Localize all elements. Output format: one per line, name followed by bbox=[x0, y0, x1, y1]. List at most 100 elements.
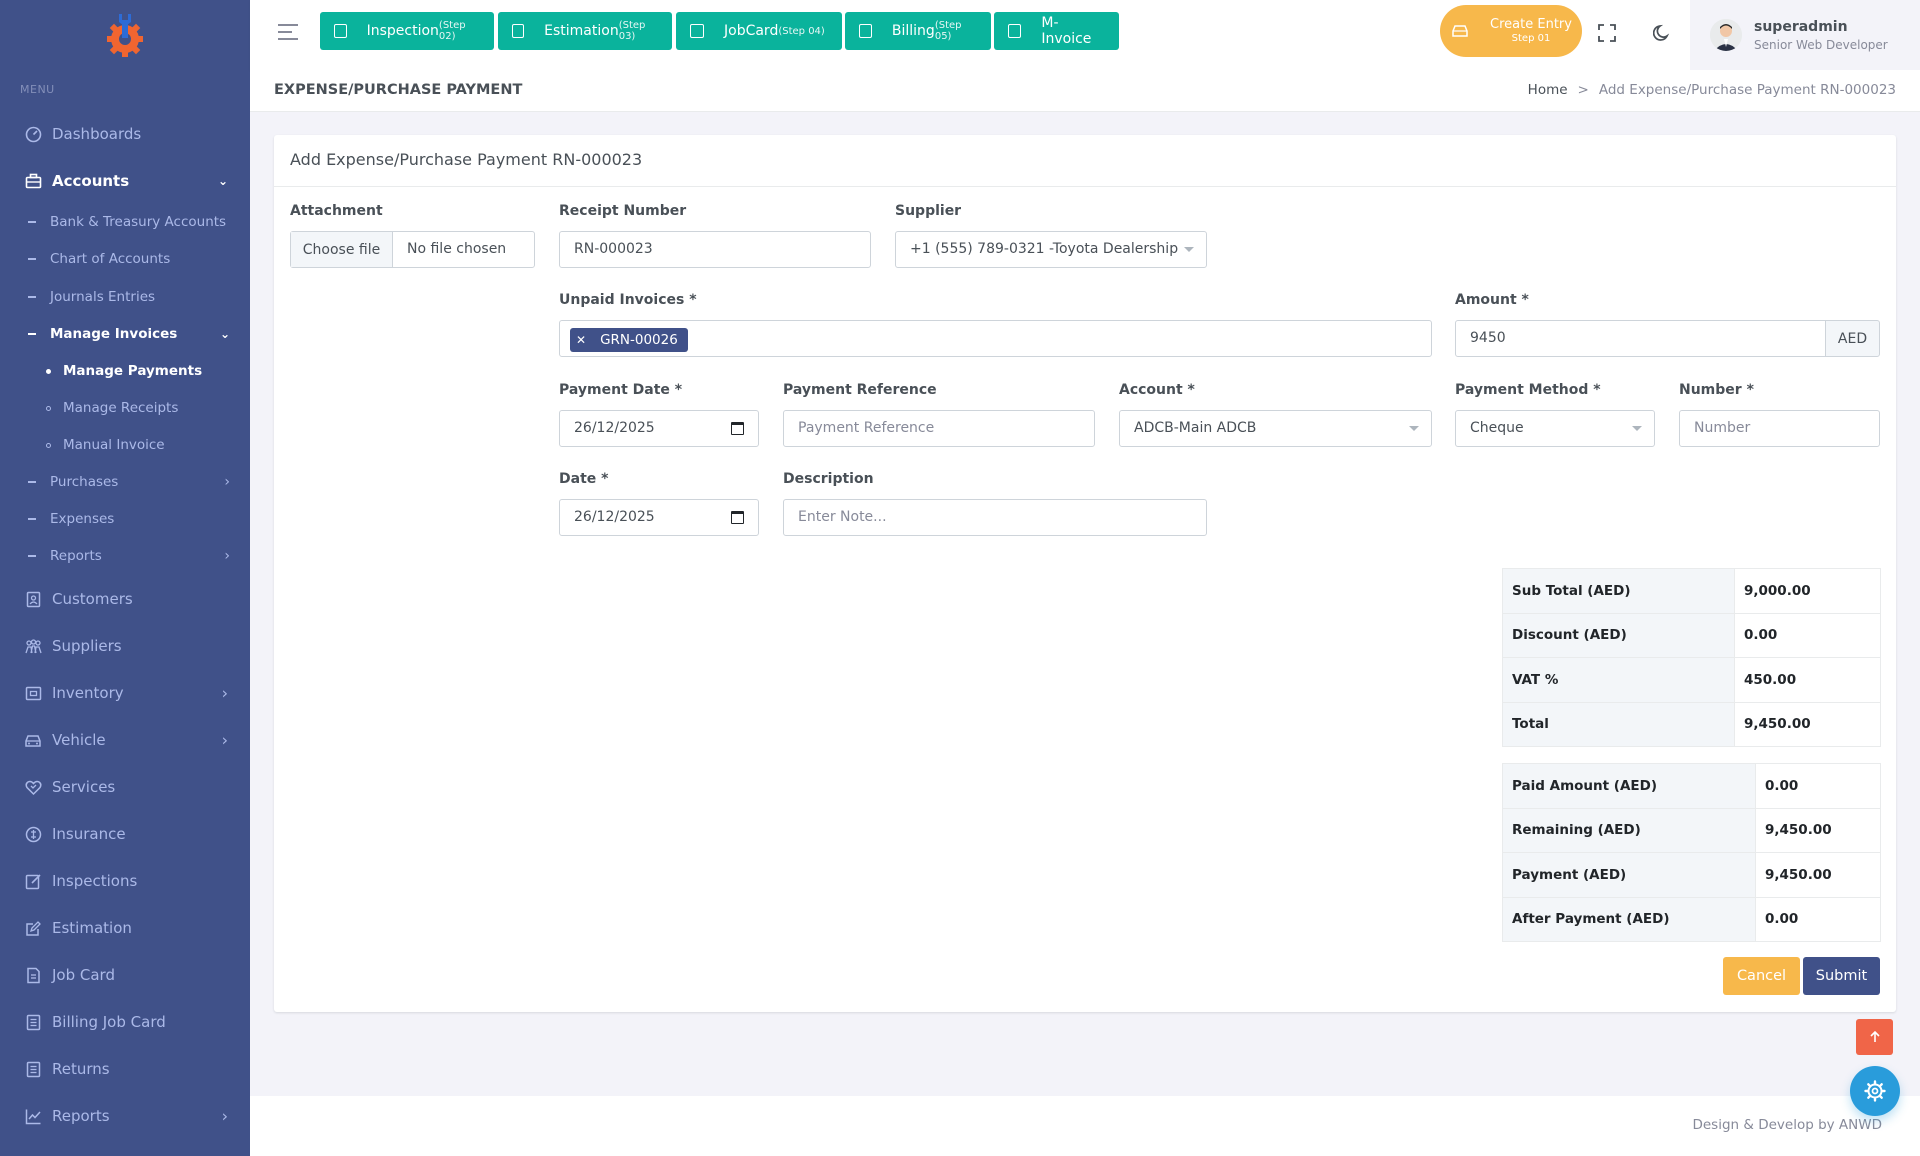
step-inspection-button[interactable]: Inspection (Step 02) bbox=[320, 12, 494, 50]
breadcrumb: Home > Add Expense/Purchase Payment RN-0… bbox=[1528, 82, 1896, 98]
receipt-number-label: Receipt Number bbox=[559, 203, 687, 219]
totals-value: 450.00 bbox=[1734, 657, 1881, 703]
create-entry-label: Create Entry bbox=[1490, 17, 1572, 33]
table-row: Paid Amount (AED) 0.00 bbox=[1502, 763, 1881, 809]
supplier-select[interactable]: +1 (555) 789-0321 -Toyota Dealership bbox=[895, 231, 1207, 268]
chevron-right-icon: › bbox=[224, 548, 230, 564]
invoice-tag-label: GRN-00026 bbox=[600, 332, 678, 348]
sidebar-subitem-chart-of-accounts[interactable]: Chart of Accounts bbox=[28, 249, 170, 269]
hamburger-menu-icon[interactable] bbox=[278, 24, 298, 40]
chevron-down-icon: ⌄ bbox=[219, 327, 230, 341]
sidebar-item-job-card[interactable]: Job Card bbox=[0, 962, 250, 988]
sidebar-subitem-bank-treasury[interactable]: Bank & Treasury Accounts bbox=[28, 212, 226, 232]
invoice-tag: ✕ GRN-00026 bbox=[570, 328, 688, 352]
create-entry-button[interactable]: Create Entry Step 01 bbox=[1440, 5, 1582, 57]
app-logo[interactable] bbox=[0, 0, 250, 70]
chevron-right-icon: › bbox=[221, 730, 228, 750]
calendar-icon[interactable] bbox=[731, 422, 744, 435]
step-number: (Step 02) bbox=[438, 20, 466, 42]
sidebar-item-billing-job-card[interactable]: Billing Job Card bbox=[0, 1009, 250, 1035]
amount-currency-addon: AED bbox=[1825, 320, 1880, 357]
sidebar-item-label: Returns bbox=[52, 1060, 110, 1078]
sidebar-subitem-expenses[interactable]: Expenses bbox=[28, 509, 114, 529]
sidebar-item-reports[interactable]: Reports › bbox=[0, 1103, 250, 1129]
totals-value: 9,000.00 bbox=[1734, 568, 1881, 614]
user-profile-menu[interactable]: superadmin Senior Web Developer bbox=[1690, 0, 1920, 70]
fullscreen-icon[interactable] bbox=[1596, 22, 1618, 44]
description-label: Description bbox=[783, 471, 874, 487]
sidebar-item-insurance[interactable]: Insurance bbox=[0, 821, 250, 847]
amount-input[interactable]: 9450 bbox=[1455, 320, 1826, 357]
sidebar-subitem-manage-invoices[interactable]: Manage Invoices ⌄ bbox=[28, 324, 230, 344]
step-label: Billing bbox=[891, 23, 935, 39]
sidebar-item-label: Inspections bbox=[52, 872, 138, 890]
step-jobcard-button[interactable]: JobCard (Step 04) bbox=[676, 12, 842, 50]
customers-icon bbox=[24, 590, 42, 608]
payment-reference-input[interactable]: Payment Reference bbox=[783, 410, 1095, 447]
sidebar-item-inspections[interactable]: Inspections bbox=[0, 868, 250, 894]
sidebar-subitem-manual-invoice[interactable]: Manual Invoice bbox=[46, 435, 165, 455]
scroll-to-top-button[interactable] bbox=[1856, 1019, 1893, 1055]
footer-credit: Design & Develop by ANWD bbox=[1692, 1117, 1882, 1133]
sidebar-subitem-journals[interactable]: Journals Entries bbox=[28, 287, 155, 307]
sidebar-item-dashboards[interactable]: Dashboards bbox=[0, 121, 250, 147]
sidebar-subitem-manage-receipts[interactable]: Manage Receipts bbox=[46, 398, 178, 418]
date-input[interactable]: 26/12/2025 bbox=[559, 499, 759, 536]
cancel-button[interactable]: Cancel bbox=[1723, 957, 1800, 995]
sidebar-item-services[interactable]: Services bbox=[0, 774, 250, 800]
step-label: M-Invoice bbox=[1041, 15, 1092, 47]
user-role: Senior Web Developer bbox=[1754, 37, 1888, 52]
receipt-number-input[interactable]: RN-000023 bbox=[559, 231, 871, 268]
sidebar-item-label: Billing Job Card bbox=[52, 1013, 166, 1031]
step-m-invoice-button[interactable]: M-Invoice bbox=[994, 12, 1119, 50]
supplier-label: Supplier bbox=[895, 203, 962, 219]
payment-method-select[interactable]: Cheque bbox=[1455, 410, 1655, 447]
date-label: Date * bbox=[559, 471, 609, 487]
sidebar-item-label: Vehicle bbox=[52, 731, 106, 749]
sidebar-subitem-reports[interactable]: Reports › bbox=[28, 546, 230, 566]
number-input[interactable]: Number bbox=[1679, 410, 1880, 447]
supplier-selected-value: +1 (555) 789-0321 -Toyota Dealership bbox=[910, 241, 1179, 257]
calendar-icon[interactable] bbox=[731, 511, 744, 524]
sidebar-item-customers[interactable]: Customers bbox=[0, 586, 250, 612]
dark-mode-moon-icon[interactable] bbox=[1651, 22, 1673, 44]
breadcrumb-current: Add Expense/Purchase Payment RN-000023 bbox=[1598, 82, 1896, 98]
remove-tag-icon[interactable]: ✕ bbox=[576, 333, 586, 347]
table-row: Payment (AED) 9,450.00 bbox=[1502, 852, 1881, 898]
gear-wrench-logo-icon bbox=[107, 14, 143, 57]
car-icon bbox=[24, 731, 42, 749]
description-textarea[interactable]: Enter Note... bbox=[783, 499, 1207, 536]
sidebar-subitem-purchases[interactable]: Purchases › bbox=[28, 472, 230, 492]
sidebar: Menu Dashboards Accounts ⌄ Bank & Treasu… bbox=[0, 0, 250, 1156]
file-icon bbox=[24, 966, 42, 984]
step-number: (Step 03) bbox=[618, 20, 646, 42]
sidebar-subitem-label: Manage Invoices bbox=[50, 326, 178, 342]
unpaid-invoices-multiselect[interactable]: ✕ GRN-00026 bbox=[559, 320, 1432, 357]
account-select[interactable]: ADCB-Main ADCB bbox=[1119, 410, 1432, 447]
sidebar-subitem-label: Bank & Treasury Accounts bbox=[50, 214, 227, 230]
step-estimation-button[interactable]: Estimation (Step 03) bbox=[498, 12, 672, 50]
submit-button[interactable]: Submit bbox=[1803, 957, 1880, 995]
sidebar-item-accounts[interactable]: Accounts ⌄ bbox=[0, 168, 250, 194]
payment-method-label: Payment Method * bbox=[1455, 382, 1601, 398]
page-title-bar: EXPENSE/PURCHASE PAYMENT Home > Add Expe… bbox=[250, 70, 1920, 112]
step-billing-button[interactable]: Billing (Step 05) bbox=[845, 12, 991, 50]
sidebar-item-returns[interactable]: Returns bbox=[0, 1056, 250, 1082]
gear-icon bbox=[1864, 1080, 1886, 1102]
payment-date-input[interactable]: 26/12/2025 bbox=[559, 410, 759, 447]
payments-label: After Payment (AED) bbox=[1502, 896, 1756, 942]
invoice-icon bbox=[1008, 24, 1022, 38]
sidebar-item-suppliers[interactable]: Suppliers bbox=[0, 633, 250, 659]
attachment-file-input[interactable]: Choose file No file chosen bbox=[290, 231, 535, 268]
choose-file-button[interactable]: Choose file bbox=[291, 232, 393, 267]
sidebar-item-vehicle[interactable]: Vehicle › bbox=[0, 727, 250, 753]
sidebar-item-inventory[interactable]: Inventory › bbox=[0, 680, 250, 706]
sidebar-item-estimation[interactable]: Estimation bbox=[0, 915, 250, 941]
sidebar-item-label: Suppliers bbox=[52, 637, 122, 655]
settings-gear-button[interactable] bbox=[1850, 1066, 1900, 1116]
sidebar-subitem-label: Chart of Accounts bbox=[50, 251, 171, 267]
table-row: Sub Total (AED) 9,000.00 bbox=[1502, 568, 1881, 614]
sidebar-item-label: Estimation bbox=[52, 919, 132, 937]
sidebar-subitem-manage-payments[interactable]: Manage Payments bbox=[46, 361, 202, 381]
breadcrumb-home-link[interactable]: Home bbox=[1528, 82, 1568, 98]
